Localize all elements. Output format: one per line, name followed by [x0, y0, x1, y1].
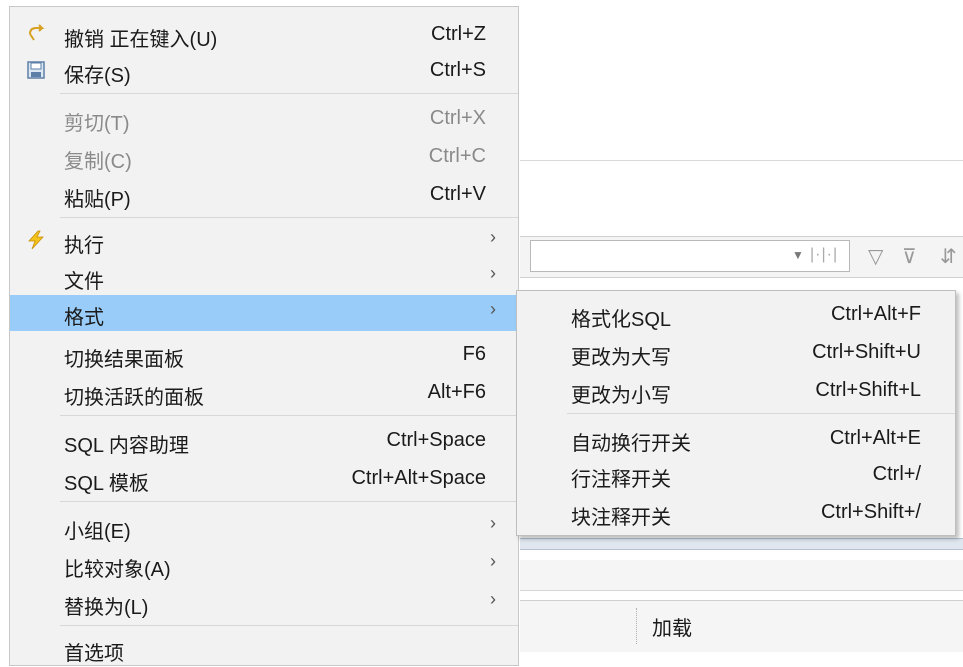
menu-item-toggle-result-panel[interactable]: 切换结果面板 F6	[10, 337, 518, 373]
menu-item-label: 比较对象(A)	[64, 559, 171, 581]
menu-item-sql-template[interactable]: SQL 模板 Ctrl+Alt+Space	[10, 461, 518, 497]
menu-item-format[interactable]: 格式 ›	[10, 295, 518, 331]
menu-item-shortcut: Ctrl+/	[872, 463, 921, 485]
menu-item-shortcut: Ctrl+Shift+U	[812, 341, 921, 363]
menu-item-paste[interactable]: 粘贴(P) Ctrl+V	[10, 177, 518, 213]
menu-item-label: SQL 内容助理	[64, 435, 189, 457]
menu-item-label: 格式化SQL	[571, 309, 672, 331]
sort-icon[interactable]: ⇵	[940, 244, 957, 269]
menu-item-sql-assist[interactable]: SQL 内容助理 Ctrl+Space	[10, 423, 518, 459]
chevron-right-icon: ›	[490, 227, 496, 247]
menu-item-group[interactable]: 小组(E) ›	[10, 509, 518, 545]
menu-item-compare[interactable]: 比较对象(A) ›	[10, 547, 518, 583]
background-divider	[520, 538, 963, 550]
menu-item-shortcut: Ctrl+Alt+F	[830, 303, 921, 325]
menu-separator	[60, 93, 518, 94]
menu-item-label: 文件	[64, 271, 104, 293]
menu-item-label: SQL 模板	[64, 473, 149, 495]
menu-item-label: 首选项	[64, 643, 124, 665]
background-status-area	[520, 600, 963, 652]
format-submenu: 格式化SQL Ctrl+Alt+F 更改为大写 Ctrl+Shift+U 更改为…	[516, 290, 956, 536]
menu-item-shortcut: F6	[462, 343, 486, 365]
menu-item-file[interactable]: 文件 ›	[10, 259, 518, 295]
menu-separator	[60, 625, 518, 626]
chevron-right-icon: ›	[490, 513, 496, 533]
menu-item-shortcut: Ctrl+X	[429, 107, 486, 129]
menu-item-shortcut: Ctrl+Shift+L	[815, 379, 921, 401]
menu-item-label: 撤销 正在键入(U)	[64, 29, 218, 51]
menu-item-shortcut: Ctrl+V	[429, 183, 486, 205]
menu-item-shortcut: Ctrl+C	[428, 145, 486, 167]
menu-item-label: 保存(S)	[64, 65, 131, 87]
menu-item-shortcut: Ctrl+Shift+/	[820, 501, 921, 523]
menu-item-label: 小组(E)	[64, 521, 131, 543]
menu-item-label: 切换结果面板	[64, 349, 184, 371]
background-panel-border	[520, 160, 963, 161]
filter-clear-icon[interactable]: ⊽	[902, 244, 917, 269]
lightning-icon	[26, 230, 46, 250]
menu-item-label: 格式	[64, 307, 104, 329]
dropdown-arrow-icon[interactable]: ▼	[792, 248, 804, 262]
menu-item-label: 执行	[64, 235, 104, 257]
menu-item-cut[interactable]: 剪切(T) Ctrl+X	[10, 101, 518, 137]
context-menu: 撤销 正在键入(U) Ctrl+Z 保存(S) Ctrl+S 剪切(T) Ctr…	[9, 6, 519, 666]
submenu-item-block-comment[interactable]: 块注释开关 Ctrl+Shift+/	[517, 495, 955, 531]
column-icon[interactable]: |·|·|	[810, 246, 838, 264]
menu-item-copy[interactable]: 复制(C) Ctrl+C	[10, 139, 518, 175]
menu-separator	[60, 217, 518, 218]
menu-item-shortcut: Ctrl+Space	[386, 429, 487, 451]
submenu-item-lowercase[interactable]: 更改为小写 Ctrl+Shift+L	[517, 373, 955, 409]
chevron-right-icon: ›	[490, 263, 496, 283]
menu-item-shortcut: Ctrl+Z	[431, 23, 486, 45]
menu-separator	[60, 501, 518, 502]
menu-item-shortcut: Alt+F6	[427, 381, 486, 403]
menu-item-execute[interactable]: 执行 ›	[10, 223, 518, 259]
background-separator	[636, 608, 637, 644]
menu-item-replace[interactable]: 替换为(L) ›	[10, 585, 518, 621]
submenu-item-format-sql[interactable]: 格式化SQL Ctrl+Alt+F	[517, 297, 955, 333]
menu-item-label: 自动换行开关	[571, 433, 691, 455]
menu-item-label: 复制(C)	[64, 151, 132, 173]
load-label: 加载	[652, 618, 692, 640]
menu-item-label: 替换为(L)	[64, 597, 149, 619]
menu-item-undo[interactable]: 撤销 正在键入(U) Ctrl+Z	[10, 17, 518, 53]
menu-item-shortcut: Ctrl+Alt+E	[829, 427, 921, 449]
chevron-right-icon: ›	[490, 299, 496, 319]
chevron-right-icon: ›	[490, 589, 496, 609]
menu-item-shortcut: Ctrl+S	[429, 59, 486, 81]
menu-item-toggle-active-panel[interactable]: 切换活跃的面板 Alt+F6	[10, 375, 518, 411]
menu-item-label: 行注释开关	[571, 469, 671, 491]
undo-icon	[26, 24, 46, 44]
filter-icon[interactable]: ▽	[868, 244, 883, 269]
save-icon	[26, 60, 46, 80]
submenu-item-word-wrap[interactable]: 自动换行开关 Ctrl+Alt+E	[517, 421, 955, 457]
menu-item-save[interactable]: 保存(S) Ctrl+S	[10, 53, 518, 89]
menu-item-label: 更改为大写	[571, 347, 671, 369]
submenu-item-line-comment[interactable]: 行注释开关 Ctrl+/	[517, 457, 955, 493]
menu-item-preferences[interactable]: 首选项	[10, 631, 518, 667]
menu-item-label: 块注释开关	[571, 507, 671, 529]
menu-separator	[60, 415, 518, 416]
background-panel	[520, 560, 963, 591]
chevron-right-icon: ›	[490, 551, 496, 571]
menu-item-label: 粘贴(P)	[64, 189, 131, 211]
menu-item-shortcut: Ctrl+Alt+Space	[351, 467, 486, 489]
menu-item-label: 切换活跃的面板	[64, 387, 204, 409]
menu-item-label: 剪切(T)	[64, 113, 130, 135]
menu-separator	[567, 413, 955, 414]
submenu-item-uppercase[interactable]: 更改为大写 Ctrl+Shift+U	[517, 335, 955, 371]
menu-item-label: 更改为小写	[571, 385, 671, 407]
